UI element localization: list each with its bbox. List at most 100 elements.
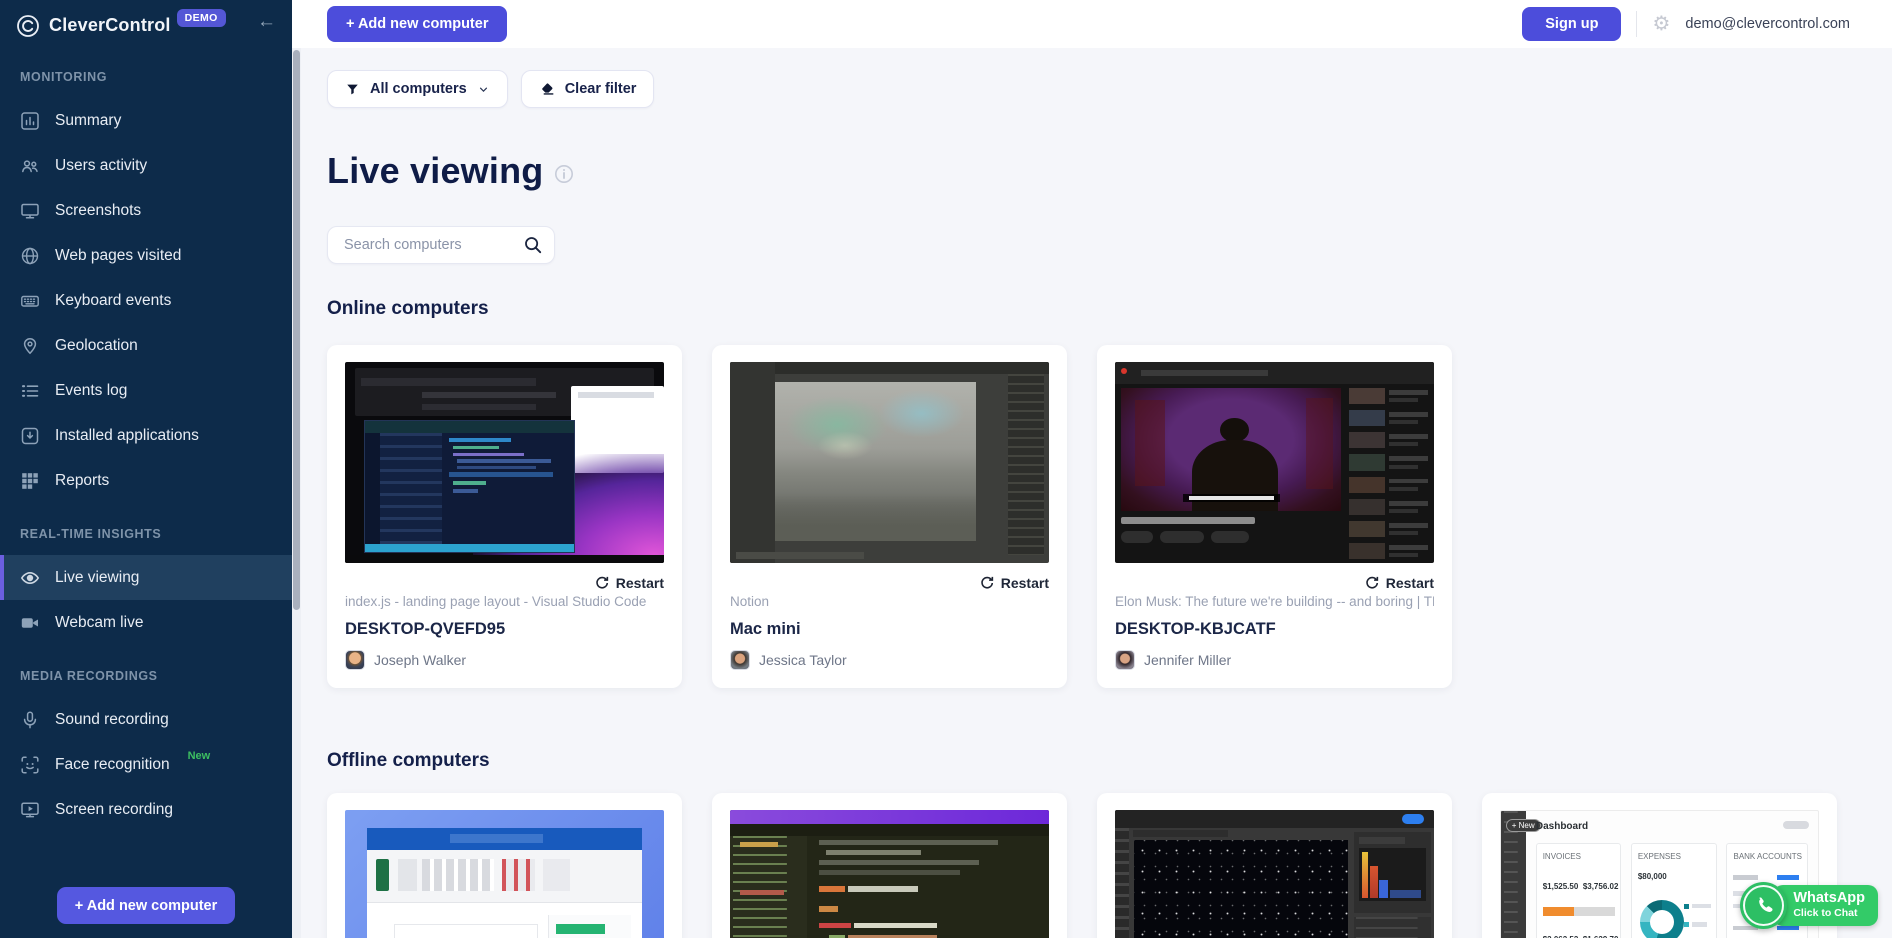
thumbnail-desktop-kbjcatf[interactable] (1115, 362, 1434, 563)
restart-button[interactable]: Restart (730, 575, 1049, 591)
decor (1349, 521, 1384, 537)
sidebar-item-reports[interactable]: Reports (0, 458, 292, 503)
add-new-computer-button[interactable]: + Add new computer (327, 6, 507, 42)
thumbnail-desktop-qvefd95[interactable] (345, 362, 664, 563)
decor (1008, 374, 1045, 555)
decor (365, 544, 574, 552)
computer-card: Restart Notion Mac mini Jessica Taylor (712, 345, 1067, 688)
decor (740, 842, 778, 847)
decor (1121, 388, 1341, 511)
search-icon[interactable] (523, 235, 543, 255)
nav-monitoring: Summary Users activity Screenshots Web p… (0, 98, 292, 503)
sidebar-add-computer-button[interactable]: + Add new computer (57, 887, 235, 924)
decor (453, 489, 478, 492)
window-caption: Notion (730, 594, 1049, 609)
scrollbar-thumb[interactable] (293, 50, 300, 610)
decor (730, 824, 1049, 836)
thumbnail-offline-code[interactable] (730, 810, 1049, 938)
decor (345, 555, 664, 563)
decor (1389, 434, 1427, 439)
sidebar-item-live-viewing[interactable]: Live viewing (0, 555, 292, 600)
collapse-sidebar-button[interactable]: ← (257, 12, 276, 31)
decor (422, 392, 556, 398)
decor (1370, 866, 1378, 898)
sidebar-item-screen-recording[interactable]: Screen recording (0, 787, 292, 832)
sidebar-item-installed-apps[interactable]: Installed applications (0, 413, 292, 458)
decor (829, 935, 845, 938)
gear-icon[interactable]: ⚙ (1652, 14, 1670, 34)
decor (361, 378, 536, 386)
restart-button[interactable]: Restart (1115, 575, 1434, 591)
decor (453, 481, 486, 484)
clear-filter-button[interactable]: Clear filter (521, 70, 655, 108)
decor (453, 446, 499, 449)
decor (1389, 390, 1427, 395)
decor (1574, 907, 1614, 916)
topbar-right: Sign up ⚙ demo@clevercontrol.com (1522, 7, 1892, 41)
topbar: + Add new computer Sign up ⚙ demo@clever… (301, 0, 1892, 48)
decor (1390, 890, 1421, 898)
decor (1115, 810, 1434, 828)
logo-row: CleverControl DEMO ← (0, 0, 292, 50)
decor (1189, 496, 1274, 499)
decor (1211, 531, 1249, 543)
account-email[interactable]: demo@clevercontrol.com (1685, 16, 1850, 32)
computer-card: Restart index.js - landing page layout -… (327, 345, 682, 688)
computer-user: Jennifer Miller (1115, 650, 1434, 670)
nav-media: Sound recording Face recognition New Scr… (0, 697, 292, 832)
sidebar-item-geolocation[interactable]: Geolocation (0, 323, 292, 368)
sidebar-item-summary[interactable]: Summary (0, 98, 292, 143)
decor (1650, 910, 1674, 934)
main-content: All computers Clear filter Live viewing … (301, 48, 1892, 938)
decor (502, 859, 535, 890)
decor (1389, 420, 1418, 424)
section-title-realtime: REAL-TIME INSIGHTS (0, 527, 292, 541)
search-input[interactable] (327, 226, 555, 264)
thumbnail-mac-mini[interactable] (730, 362, 1049, 563)
sign-up-button[interactable]: Sign up (1522, 7, 1621, 41)
sidebar-item-events-log[interactable]: Events log (0, 368, 292, 413)
sidebar-item-face-recognition[interactable]: Face recognition New (0, 742, 292, 787)
thumbnail-offline-word[interactable] (345, 810, 664, 938)
decor (1121, 531, 1153, 543)
decor (1389, 553, 1418, 557)
restart-icon (1364, 575, 1380, 591)
decor (548, 915, 630, 938)
decor (1349, 410, 1384, 426)
decor (1389, 479, 1427, 484)
decor (398, 859, 417, 890)
decor (1115, 828, 1129, 938)
decor (543, 859, 570, 890)
divider (1636, 11, 1637, 37)
sidebar-item-keyboard-events[interactable]: Keyboard events (0, 278, 292, 323)
sidebar-item-sound-recording[interactable]: Sound recording (0, 697, 292, 742)
app-title: CleverControl (49, 15, 171, 36)
monitor-icon (20, 201, 40, 221)
sidebar-item-users-activity[interactable]: Users activity (0, 143, 292, 188)
decor (450, 834, 543, 842)
computer-name: Mac mini (730, 620, 1049, 639)
decor (815, 430, 875, 462)
whatsapp-chat-button[interactable]: WhatsApp Click to Chat (1740, 882, 1878, 929)
computers-filter-dropdown[interactable]: All computers (327, 70, 508, 108)
screen-play-icon (20, 800, 40, 820)
online-heading: Online computers (327, 298, 1892, 320)
decor (1349, 388, 1384, 404)
users-icon (20, 156, 40, 176)
eye-icon (20, 568, 40, 588)
decor (1777, 875, 1800, 880)
restart-button[interactable]: Restart (345, 575, 664, 591)
decor (1349, 543, 1384, 559)
scrollbar-track[interactable] (292, 48, 301, 938)
info-icon[interactable] (554, 164, 574, 184)
thumbnail-offline-photoshop[interactable] (1115, 810, 1434, 938)
sidebar-item-webcam-live[interactable]: Webcam live (0, 600, 292, 645)
sidebar-item-web-pages[interactable]: Web pages visited (0, 233, 292, 278)
offline-cards: + New Dashboard INVOICES $1,525.50 $3,75… (327, 793, 1892, 938)
computer-name: DESKTOP-QVEFD95 (345, 620, 664, 639)
decor (1389, 509, 1418, 513)
decor (730, 362, 1049, 374)
sidebar-item-screenshots[interactable]: Screenshots (0, 188, 292, 233)
decor (578, 392, 655, 398)
computer-card-offline (1097, 793, 1452, 938)
